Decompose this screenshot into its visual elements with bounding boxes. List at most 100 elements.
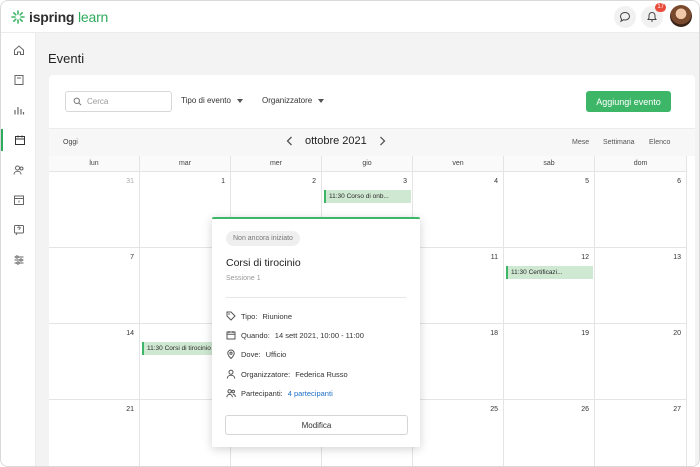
calendar-day-cell[interactable]: 11 xyxy=(413,248,504,324)
day-number: 21 xyxy=(126,406,134,413)
status-badge: Non ancora iniziato xyxy=(226,231,300,246)
calendar-day-cell[interactable]: 25 xyxy=(413,400,504,466)
top-bar: ispring learn 17 xyxy=(1,1,699,33)
logo-text-ispring: ispring xyxy=(29,9,75,25)
person-icon xyxy=(226,369,236,379)
when-label: Quando: xyxy=(241,330,270,340)
bell-icon xyxy=(646,11,658,23)
catalog-icon xyxy=(13,194,25,206)
event-type-filter[interactable]: Tipo di evento xyxy=(181,96,243,105)
sidebar-item-catalog[interactable] xyxy=(1,189,36,211)
next-month-button[interactable] xyxy=(379,136,386,146)
event-type-row: Tipo: Riunione xyxy=(226,311,292,321)
weekday-header: gio xyxy=(322,156,413,172)
event-session: Sessione 1 xyxy=(226,275,261,282)
event-popover: Non ancora iniziato Corsi di tirocinio S… xyxy=(212,217,420,447)
calendar-day-cell[interactable]: 31 xyxy=(49,172,140,248)
calendar-day-cell[interactable]: 26 xyxy=(504,400,595,466)
day-number: 31 xyxy=(126,178,134,185)
organizer-value: Federica Russo xyxy=(295,369,348,379)
edit-event-button[interactable]: Modifica xyxy=(225,415,408,435)
users-icon xyxy=(226,388,236,398)
sidebar-item-help[interactable] xyxy=(1,219,36,241)
calendar-day-cell[interactable]: 20 xyxy=(595,324,687,400)
sidebar-item-settings[interactable] xyxy=(1,249,36,271)
event-title: Corsi di tirocinio xyxy=(226,257,301,269)
participants-label: Partecipanti: xyxy=(241,388,283,398)
calendar-event[interactable]: 11:30 Certificazi... xyxy=(506,266,593,279)
calendar-icon xyxy=(14,134,26,146)
sliders-icon xyxy=(13,254,25,266)
where-label: Dove: xyxy=(241,349,261,359)
event-type-filter-label: Tipo di evento xyxy=(181,96,231,105)
day-number: 4 xyxy=(494,178,498,185)
type-label: Tipo: xyxy=(241,311,258,321)
view-list-link[interactable]: Elenco xyxy=(649,139,670,146)
sidebar-item-users[interactable] xyxy=(1,159,36,181)
day-number: 13 xyxy=(673,254,681,261)
view-month-link[interactable]: Mese xyxy=(572,139,589,146)
sidebar-item-home[interactable] xyxy=(1,39,36,61)
calendar-day-cell[interactable]: 4 xyxy=(413,172,504,248)
day-number: 25 xyxy=(490,406,498,413)
organizer-filter-label: Organizzatore xyxy=(262,96,313,105)
day-number: 12 xyxy=(581,254,589,261)
book-icon xyxy=(13,74,25,86)
sidebar xyxy=(1,33,36,466)
app-window: ispring learn 17 Eventi Cerca Tipo di ev… xyxy=(0,0,700,467)
calendar-day-cell[interactable]: 7 xyxy=(49,248,140,324)
notifications-button[interactable]: 17 xyxy=(641,3,666,28)
calendar-day-cell[interactable]: 13 xyxy=(595,248,687,324)
chat-button[interactable] xyxy=(614,6,636,28)
notification-badge: 17 xyxy=(655,3,666,12)
organizer-filter[interactable]: Organizzatore xyxy=(262,96,325,105)
day-number: 7 xyxy=(130,254,134,261)
users-icon xyxy=(13,164,25,176)
add-event-button[interactable]: Aggiungi evento xyxy=(586,91,671,112)
user-avatar[interactable] xyxy=(670,5,692,27)
calendar-day-cell[interactable]: 14 xyxy=(49,324,140,400)
question-icon xyxy=(13,224,25,236)
day-number: 11 xyxy=(490,254,498,261)
location-pin-icon xyxy=(226,349,236,359)
view-week-link[interactable]: Settimana xyxy=(603,139,635,146)
event-participants-row: Partecipanti: 4 partecipanti xyxy=(226,388,333,398)
search-box[interactable] xyxy=(65,91,172,112)
weekday-header: dom xyxy=(595,156,687,172)
calendar-day-cell[interactable]: 21 xyxy=(49,400,140,466)
weekday-header: mar xyxy=(140,156,231,172)
search-input[interactable] xyxy=(87,97,165,106)
calendar-day-cell[interactable]: 18 xyxy=(413,324,504,400)
calendar-day-cell[interactable]: 12 xyxy=(504,248,595,324)
event-organizer-row: Organizzatore: Federica Russo xyxy=(226,369,348,379)
app-logo[interactable]: ispring learn xyxy=(11,9,108,25)
calendar-event[interactable]: 11:30 Corso di onb... xyxy=(324,190,411,203)
today-button[interactable]: Oggi xyxy=(63,139,78,146)
day-number: 5 xyxy=(585,178,589,185)
day-number: 2 xyxy=(312,178,316,185)
month-label: ottobre 2021 xyxy=(305,135,367,147)
divider xyxy=(226,297,406,298)
day-number: 26 xyxy=(581,406,589,413)
calendar-icon xyxy=(226,330,236,340)
sidebar-item-events[interactable] xyxy=(1,129,36,151)
prev-month-button[interactable] xyxy=(286,136,293,146)
calendar-toolbar: Oggi ottobre 2021 Mese Settimana Elenco xyxy=(49,128,695,156)
organizer-label: Organizzatore: xyxy=(241,369,291,379)
calendar-day-cell[interactable]: 5 xyxy=(504,172,595,248)
weekday-header: ven xyxy=(413,156,504,172)
event-when-row: Quando: 14 sett 2021, 10:00 - 11:00 xyxy=(226,330,364,340)
calendar-day-cell[interactable]: 19 xyxy=(504,324,595,400)
sidebar-item-reports[interactable] xyxy=(1,99,36,121)
participants-link[interactable]: 4 partecipanti xyxy=(288,389,333,398)
chevron-down-icon xyxy=(318,98,325,103)
day-number: 20 xyxy=(673,330,681,337)
calendar-day-cell[interactable]: 27 xyxy=(595,400,687,466)
event-where-row: Dove: Ufficio xyxy=(226,349,286,359)
calendar-day-cell[interactable]: 6 xyxy=(595,172,687,248)
bar-chart-icon xyxy=(13,104,25,116)
day-number: 6 xyxy=(677,178,681,185)
chevron-down-icon xyxy=(236,98,243,103)
sidebar-item-learning[interactable] xyxy=(1,69,36,91)
search-icon xyxy=(73,97,82,106)
